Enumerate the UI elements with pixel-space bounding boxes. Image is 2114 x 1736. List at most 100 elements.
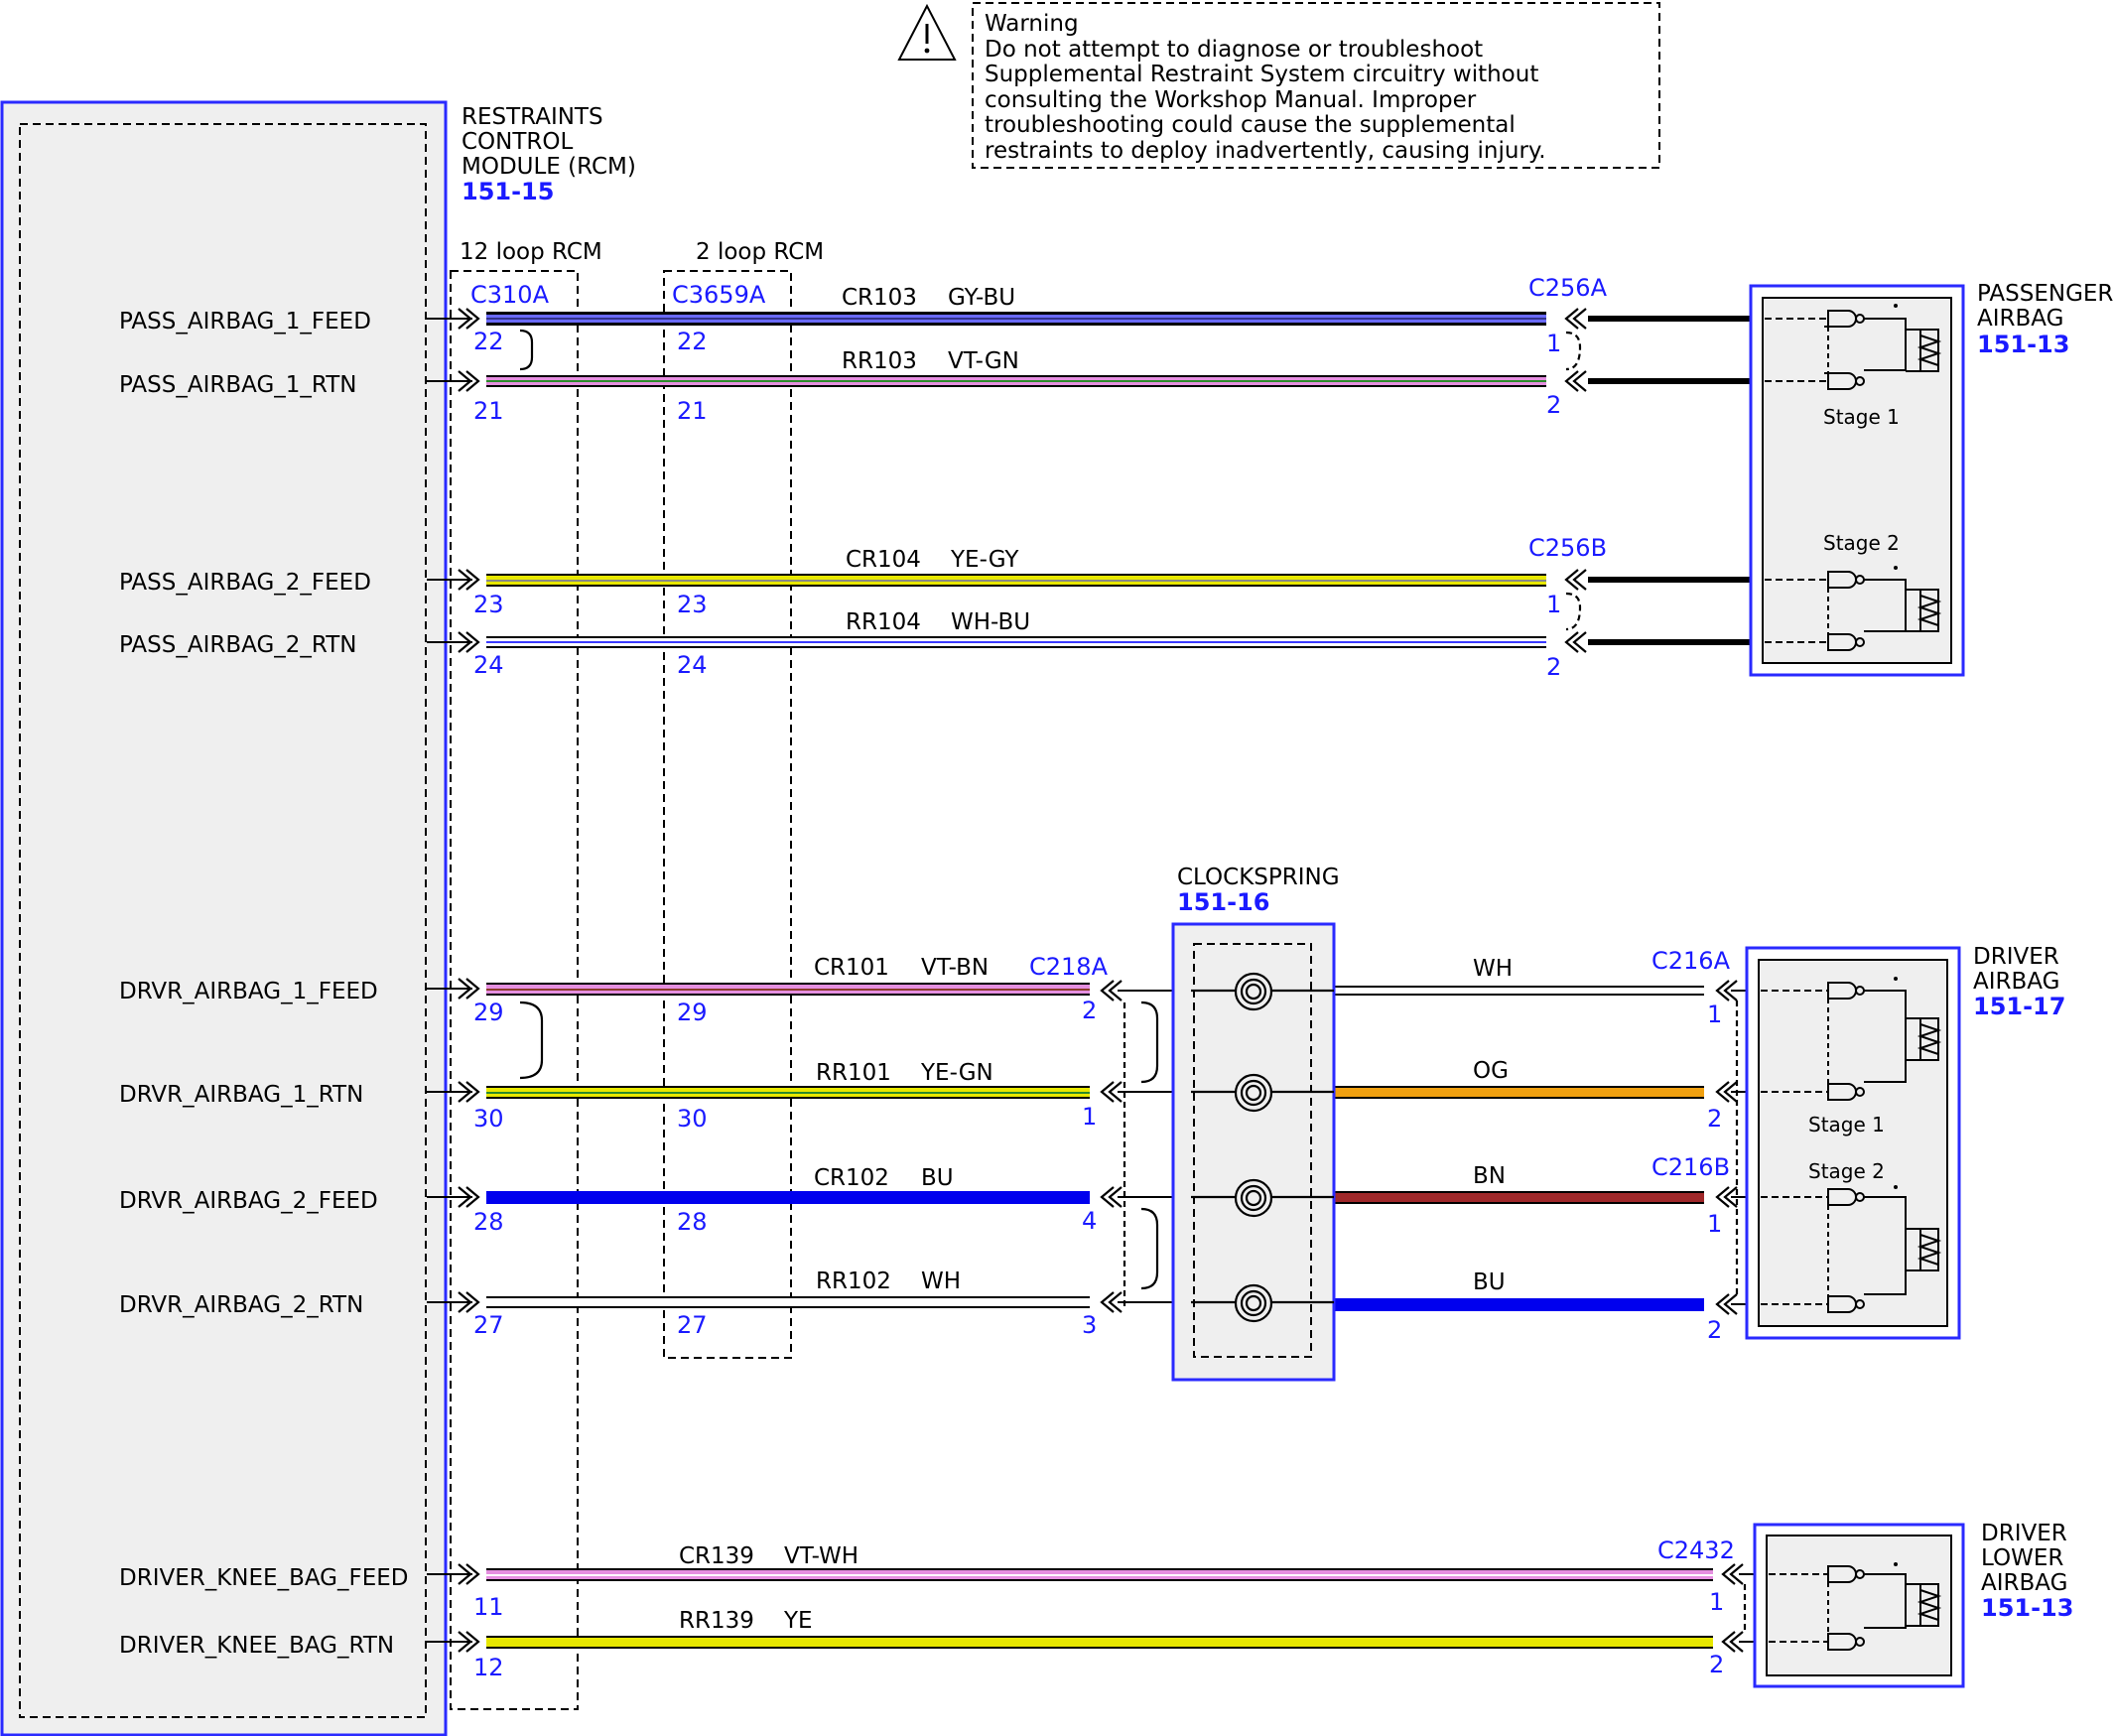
rcm-outer-box (0, 100, 448, 1736)
c3659a-pin-numbers: 22 21 23 24 29 30 28 27 (677, 328, 708, 1339)
wire-cr101 (486, 983, 1090, 996)
wire-color: VT-GN (948, 348, 1019, 374)
driver-airbag-ref: 151-17 (1973, 993, 2065, 1020)
pin-number: 3 (1082, 1311, 1097, 1339)
wire-color: YE (783, 1608, 813, 1634)
pin-number: 2 (1707, 1105, 1722, 1133)
connector-c216b: C216B (1652, 1153, 1730, 1181)
wire-color: WH (1473, 956, 1513, 982)
signal-label: DRVR_AIRBAG_2_FEED (119, 1188, 378, 1214)
connector-c218a: C218A (1029, 953, 1109, 981)
connector-c3659a: C3659A (672, 281, 766, 309)
signal-label: DRIVER_KNEE_BAG_RTN (119, 1633, 394, 1659)
passenger-airbag-label: AIRBAG (1977, 306, 2063, 332)
wiring-diagram: Warning Do not attempt to diagnose or tr… (0, 2, 2113, 1736)
signal-label: DRVR_AIRBAG_1_FEED (119, 979, 378, 1004)
passenger-airbag-label: PASSENGER (1977, 281, 2113, 307)
wire-color: GY-BU (948, 285, 1015, 311)
pin-number: 30 (473, 1105, 504, 1133)
pin-number: 28 (677, 1208, 708, 1236)
circuit-id: CR102 (814, 1165, 889, 1191)
clockspring-ref: 151-16 (1177, 888, 1269, 916)
pin-number: 21 (473, 397, 504, 425)
clockspring-output-labels: WH OG BN BU (1473, 956, 1513, 1295)
driver-airbag-label: AIRBAG (1973, 969, 2059, 995)
wire-rr139 (486, 1636, 1713, 1649)
circuit-id: RR103 (842, 348, 917, 374)
signal-label: DRVR_AIRBAG_2_RTN (119, 1292, 363, 1318)
driver-lower-airbag-connector: C2432 1 2 (1657, 1536, 1747, 1678)
rcm-label: RESTRAINTS (462, 104, 603, 130)
driver-lower-airbag-ref: 151-13 (1981, 1594, 2073, 1622)
pin-number: 2 (1707, 1316, 1722, 1344)
rcm-module: RESTRAINTS CONTROL MODULE (RCM) 151-15 P… (0, 100, 636, 1736)
rcm-ref: 151-15 (462, 178, 554, 205)
pin-number: 29 (677, 999, 708, 1026)
wire-color: VT-BN (921, 955, 989, 981)
pin-number: 28 (473, 1208, 504, 1236)
driver-lower-airbag-label: LOWER (1981, 1545, 2063, 1571)
pin-number: 12 (473, 1654, 504, 1681)
pin-number: 4 (1082, 1207, 1097, 1235)
rcm-label: CONTROL (462, 129, 574, 155)
wire-rr103 (486, 375, 1546, 387)
pin-number: 2 (1082, 997, 1097, 1024)
clockspring-label: CLOCKSPRING (1177, 865, 1340, 890)
wire-rr101 (486, 1086, 1090, 1099)
wire-bn-out (1334, 1191, 1704, 1204)
signal-label: DRVR_AIRBAG_1_RTN (119, 1082, 363, 1108)
pin-number: 22 (677, 328, 708, 355)
signal-label: PASS_AIRBAG_1_RTN (119, 372, 356, 398)
circuit-id: RR139 (679, 1608, 754, 1634)
variant-2-loop: 2 loop RCM (696, 239, 824, 265)
c218a-connector: C218A 2 1 4 3 (1029, 953, 1159, 1339)
stage-1-label: Stage 1 (1808, 1113, 1885, 1136)
pin-number: 1 (1546, 330, 1561, 357)
warning-line: restraints to deploy inadvertently, caus… (985, 138, 1546, 164)
warning-block: Warning Do not attempt to diagnose or tr… (897, 2, 1660, 169)
circuit-id: CR104 (846, 547, 921, 573)
signal-label: PASS_AIRBAG_1_FEED (119, 309, 371, 334)
wire-wh-out (1334, 986, 1704, 996)
driver-lower-airbag-label: AIRBAG (1981, 1570, 2067, 1596)
pin-number: 1 (1709, 1588, 1724, 1616)
wire-color: BN (1473, 1163, 1506, 1189)
warning-line: Supplemental Restraint System circuitry … (985, 62, 1538, 87)
wire-color: WH-BU (951, 609, 1030, 635)
pin-number: 2 (1546, 653, 1561, 681)
signal-label: PASS_AIRBAG_2_RTN (119, 632, 356, 658)
driver-airbag-module: Stage 1 Stage 2 DRIVER AIRBAG 151-17 (1745, 944, 2065, 1340)
signal-label: PASS_AIRBAG_2_FEED (119, 570, 371, 596)
pin-number: 11 (473, 1593, 504, 1621)
wire-color: YE-GY (950, 547, 1019, 573)
pin-number: 30 (677, 1105, 708, 1133)
pin-number: 23 (473, 591, 504, 618)
rcm-label: MODULE (RCM) (462, 154, 636, 180)
connector-c2432: C2432 (1657, 1536, 1735, 1564)
warning-title: Warning (985, 11, 1079, 37)
rcm-pin-arrows (458, 308, 544, 1653)
connector-c256a: C256A (1528, 274, 1608, 302)
pin-number: 27 (677, 1311, 708, 1339)
pin-number: 24 (677, 651, 708, 679)
pin-number: 24 (473, 651, 504, 679)
wire-og-out (1334, 1086, 1704, 1099)
pin-number: 1 (1707, 1001, 1722, 1028)
wire-color: WH (921, 1269, 961, 1294)
passenger-airbag-module: Stage 1 Stage 2 PASSENGER AIRBAG 151-13 (1749, 281, 2113, 677)
stage-1-label: Stage 1 (1823, 405, 1900, 429)
wire-cr102 (486, 1191, 1090, 1204)
variant-12-loop: 12 loop RCM (460, 239, 602, 265)
wire-bu-out (1334, 1298, 1704, 1311)
driver-airbag-label: DRIVER (1973, 944, 2059, 970)
pin-number: 1 (1707, 1210, 1722, 1238)
wire-rr102 (486, 1296, 1090, 1308)
warning-icon (897, 3, 957, 61)
warning-line: consulting the Workshop Manual. Improper (985, 87, 1477, 113)
pin-number: 21 (677, 397, 708, 425)
driver-lower-airbag-label: DRIVER (1981, 1521, 2067, 1546)
passenger-airbag-connectors: C256A C256B 1 2 1 2 (1528, 274, 1608, 681)
pin-number: 1 (1082, 1103, 1097, 1131)
pin-number: 2 (1546, 391, 1561, 419)
circuit-id: RR102 (816, 1269, 891, 1294)
